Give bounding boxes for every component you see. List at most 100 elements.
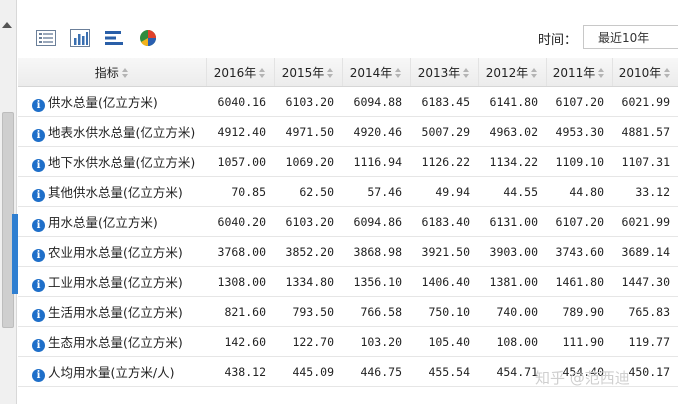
table-row[interactable]: i 其他供水总量(亿立方米) 70.85 62.50 57.46 49.94 44.55 44… xyxy=(18,176,678,207)
info-icon[interactable]: i xyxy=(32,248,45,262)
info-icon[interactable]: i xyxy=(32,338,45,352)
indicator-name: 农业用水总量(亿立方米) xyxy=(48,244,183,260)
table-row[interactable]: i 地表水供水总量(亿立方米) 4912.40 4971.50 4920.46 5007.… xyxy=(18,116,678,147)
value-cell: 1461.80 xyxy=(546,266,612,297)
value-cell: 1116.94 xyxy=(342,146,410,177)
indicator-name: 人均用水量(立方米/人) xyxy=(48,364,175,380)
column-header-year[interactable]: 2015年 xyxy=(274,58,343,87)
value-cell: 49.94 xyxy=(410,176,478,207)
value-cell: 1134.22 xyxy=(478,146,546,177)
value-cell: 793.50 xyxy=(274,296,342,327)
value-cell: 445.09 xyxy=(274,356,342,387)
table-row[interactable]: i 用水总量(亿立方米) 6040.20 6103.20 6094.86 6183.40 6… xyxy=(18,206,678,237)
column-header-year[interactable]: 2012年 xyxy=(478,58,547,87)
horizontal-bar-chart-icon[interactable] xyxy=(102,27,126,49)
pie-chart-icon[interactable] xyxy=(136,27,160,49)
indicator-name: 供水总量(亿立方米) xyxy=(48,94,158,110)
indicator-name: 工业用水总量(亿立方米) xyxy=(48,274,183,290)
value-cell: 1109.10 xyxy=(546,146,612,177)
sort-icon xyxy=(259,67,266,78)
value-cell: 765.83 xyxy=(612,296,678,327)
value-cell: 4881.57 xyxy=(612,116,678,147)
table-view-icon[interactable] xyxy=(34,27,58,49)
value-cell: 1381.00 xyxy=(478,266,546,297)
data-table: 指标 2016年 2015年 2014年 2013年 2012年 2011年 2… xyxy=(18,58,678,387)
info-icon[interactable]: i xyxy=(32,278,45,292)
left-scrollbar[interactable] xyxy=(0,0,17,404)
column-header-year[interactable]: 2016年 xyxy=(206,58,275,87)
indicator-cell: i 农业用水总量(亿立方米) xyxy=(18,236,206,267)
toolbar: 时间： 最近10年 xyxy=(18,18,678,58)
bar-chart-icon[interactable] xyxy=(68,27,92,49)
value-cell: 108.00 xyxy=(478,326,546,357)
indicator-name: 地表水供水总量(亿立方米) xyxy=(48,124,196,140)
value-cell: 6040.16 xyxy=(206,86,274,117)
column-header-year[interactable]: 2014年 xyxy=(342,58,411,87)
table-header-row: 指标 2016年 2015年 2014年 2013年 2012年 2011年 2… xyxy=(18,58,678,87)
table-row[interactable]: i 生态用水总量(亿立方米) 142.60 122.70 103.20 105.40 108… xyxy=(18,326,678,357)
value-cell: 455.54 xyxy=(410,356,478,387)
column-header-year[interactable]: 2010年 xyxy=(612,58,678,87)
info-icon[interactable]: i xyxy=(32,158,45,172)
value-cell: 105.40 xyxy=(410,326,478,357)
value-cell: 119.77 xyxy=(612,326,678,357)
info-icon[interactable]: i xyxy=(32,368,45,382)
value-cell: 3743.60 xyxy=(546,236,612,267)
info-icon[interactable]: i xyxy=(32,98,45,112)
value-cell: 4953.30 xyxy=(546,116,612,147)
value-cell: 111.90 xyxy=(546,326,612,357)
value-cell: 1107.31 xyxy=(612,146,678,177)
indicator-name: 地下水供水总量(亿立方米) xyxy=(48,154,196,170)
column-header-year[interactable]: 2011年 xyxy=(546,58,613,87)
value-cell: 3852.20 xyxy=(274,236,342,267)
indicator-cell: i 用水总量(亿立方米) xyxy=(18,206,206,237)
value-cell: 3768.00 xyxy=(206,236,274,267)
value-cell: 4912.40 xyxy=(206,116,274,147)
indicator-cell: i 地下水供水总量(亿立方米) xyxy=(18,146,206,177)
value-cell: 1334.80 xyxy=(274,266,342,297)
info-icon[interactable]: i xyxy=(32,308,45,322)
value-cell: 103.20 xyxy=(342,326,410,357)
value-cell: 1447.30 xyxy=(612,266,678,297)
table-row[interactable]: i 地下水供水总量(亿立方米) 1057.00 1069.20 1116.94 1126.… xyxy=(18,146,678,177)
value-cell: 6021.99 xyxy=(612,206,678,237)
value-cell: 3689.14 xyxy=(612,236,678,267)
info-icon[interactable]: i xyxy=(32,218,45,232)
sort-icon xyxy=(121,67,128,78)
value-cell: 44.80 xyxy=(546,176,612,207)
sort-icon xyxy=(327,67,334,78)
scroll-up-arrow-icon[interactable] xyxy=(2,22,12,28)
value-cell: 1126.22 xyxy=(410,146,478,177)
column-header-year[interactable]: 2013年 xyxy=(410,58,479,87)
value-cell: 750.10 xyxy=(410,296,478,327)
indicator-cell: i 供水总量(亿立方米) xyxy=(18,86,206,117)
value-cell: 6094.88 xyxy=(342,86,410,117)
table-row[interactable]: i 供水总量(亿立方米) 6040.16 6103.20 6094.88 6183.45 6… xyxy=(18,86,678,117)
info-icon[interactable]: i xyxy=(32,188,45,202)
indicator-cell: i 生态用水总量(亿立方米) xyxy=(18,326,206,357)
indicator-cell: i 生活用水总量(亿立方米) xyxy=(18,296,206,327)
value-cell: 438.12 xyxy=(206,356,274,387)
value-cell: 1057.00 xyxy=(206,146,274,177)
value-cell: 4963.02 xyxy=(478,116,546,147)
value-cell: 62.50 xyxy=(274,176,342,207)
watermark: 知乎 @范西迪 xyxy=(535,369,630,387)
time-range-select[interactable]: 最近10年 xyxy=(583,25,678,49)
value-cell: 6183.40 xyxy=(410,206,478,237)
table-row[interactable]: i 农业用水总量(亿立方米) 3768.00 3852.20 3868.98 3921.5… xyxy=(18,236,678,267)
indicator-name: 其他供水总量(亿立方米) xyxy=(48,184,183,200)
value-cell: 6107.20 xyxy=(546,206,612,237)
value-cell: 6141.80 xyxy=(478,86,546,117)
indicator-cell: i 其他供水总量(亿立方米) xyxy=(18,176,206,207)
value-cell: 1356.10 xyxy=(342,266,410,297)
table-row[interactable]: i 生活用水总量(亿立方米) 821.60 793.50 766.58 750.10 740… xyxy=(18,296,678,327)
value-cell: 57.46 xyxy=(342,176,410,207)
indicator-name: 生态用水总量(亿立方米) xyxy=(48,334,183,350)
sort-icon xyxy=(531,67,538,78)
value-cell: 6183.45 xyxy=(410,86,478,117)
value-cell: 6103.20 xyxy=(274,206,342,237)
value-cell: 821.60 xyxy=(206,296,274,327)
info-icon[interactable]: i xyxy=(32,128,45,142)
table-row[interactable]: i 工业用水总量(亿立方米) 1308.00 1334.80 1356.10 1406.4… xyxy=(18,266,678,297)
column-header-indicator[interactable]: 指标 xyxy=(18,58,207,87)
